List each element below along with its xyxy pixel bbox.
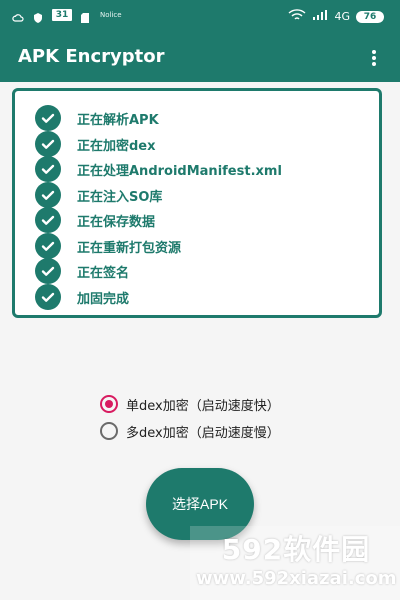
- step-label: 正在解析APK: [77, 112, 159, 128]
- multi-dex-option-label: 多dex加密（启动速度慢）: [126, 425, 280, 441]
- battery-indicator: 76: [356, 10, 384, 23]
- step-item: 正在处理AndroidManifest.xml: [35, 156, 282, 182]
- signal-icon: [312, 9, 328, 24]
- step-label: 正在加密dex: [77, 138, 156, 154]
- progress-steps-card: 正在解析APK 正在加密dex 正在处理AndroidManifest.xml …: [12, 88, 382, 318]
- check-circle-icon: [35, 131, 61, 157]
- step-label: 正在保存数据: [77, 214, 156, 230]
- step-label: 加固完成: [77, 291, 130, 307]
- check-circle-icon: [35, 156, 61, 182]
- radio-button-unchecked[interactable]: [100, 422, 118, 440]
- single-dex-option-label: 单dex加密（启动速度快）: [126, 398, 280, 414]
- check-circle-icon: [35, 284, 61, 310]
- step-label: 正在注入SO库: [77, 189, 163, 205]
- watermark: 592软件园 www.592xiazai.com: [190, 526, 400, 600]
- step-item: 正在加密dex: [35, 131, 156, 157]
- watermark-brand: 592软件园: [221, 533, 371, 566]
- check-circle-icon: [35, 233, 61, 259]
- radio-button-checked[interactable]: [100, 395, 118, 413]
- step-item: 加固完成: [35, 284, 130, 310]
- multi-dex-option[interactable]: 多dex加密（启动速度慢）: [100, 419, 280, 443]
- step-item: 正在重新打包资源: [35, 233, 182, 259]
- more-vert-icon[interactable]: [362, 46, 386, 70]
- step-item: 正在解析APK: [35, 105, 159, 131]
- shield-icon: [32, 9, 44, 23]
- wifi-icon: [288, 9, 306, 24]
- step-item: 正在签名: [35, 258, 130, 284]
- watermark-url: www.592xiazai.com: [196, 568, 397, 589]
- status-right-icons: 4G 76: [288, 9, 384, 24]
- step-label: 正在重新打包资源: [77, 240, 182, 256]
- app-title: APK Encryptor: [18, 46, 165, 67]
- check-circle-icon: [35, 258, 61, 284]
- step-item: 正在注入SO库: [35, 182, 163, 208]
- app-bar: APK Encryptor: [0, 34, 400, 82]
- check-circle-icon: [35, 182, 61, 208]
- network-label: 4G: [334, 10, 350, 23]
- calendar-icon: 31: [52, 9, 72, 21]
- status-note: Nolice: [100, 11, 122, 19]
- check-circle-icon: [35, 105, 61, 131]
- status-bar: 31 Nolice 4G 76: [0, 0, 400, 34]
- step-label: 正在签名: [77, 265, 130, 281]
- single-dex-option[interactable]: 单dex加密（启动速度快）: [100, 392, 280, 416]
- status-left-icons: 31 Nolice: [12, 9, 122, 23]
- step-item: 正在保存数据: [35, 207, 156, 233]
- cloud-icon: [12, 9, 24, 22]
- check-circle-icon: [35, 207, 61, 233]
- sd-card-icon: [80, 9, 92, 23]
- step-label: 正在处理AndroidManifest.xml: [77, 163, 282, 179]
